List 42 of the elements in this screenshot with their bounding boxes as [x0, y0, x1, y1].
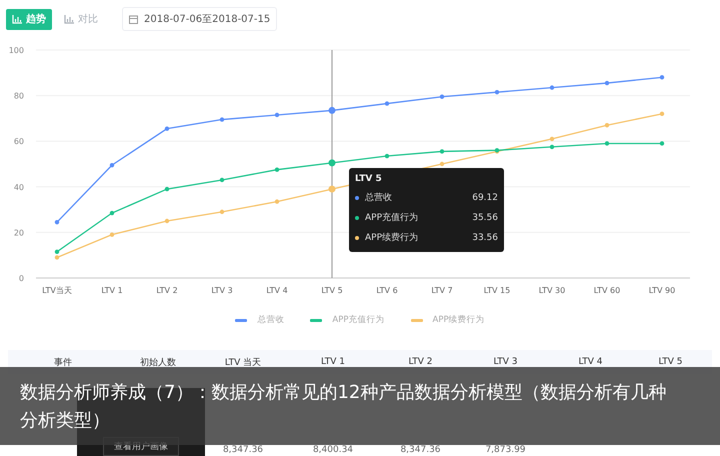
legend-label: 总营收 [257, 314, 284, 326]
y-axis-label: 0 [18, 274, 24, 283]
x-axis-label: LTV 1 [101, 286, 123, 295]
x-axis-label: LTV 30 [538, 286, 566, 295]
x-axis-label: LTV 3 [211, 286, 233, 295]
x-axis-label: LTV 6 [376, 286, 398, 295]
column-header: LTV 4 [577, 357, 604, 367]
table-cell-text: 8,347.36 [399, 445, 442, 455]
column-header: LTV 2 [407, 357, 434, 367]
x-axis-label: LTV当天 [42, 286, 72, 295]
y-axis-label: 100 [8, 46, 24, 55]
y-axis-label: 20 [14, 228, 24, 238]
table-cell-text: 7,873.99 [484, 445, 527, 455]
x-axis-label: LTV 60 [594, 286, 620, 295]
tooltip-value: 69.12 [472, 192, 498, 202]
column-header: 事件 [53, 356, 73, 368]
x-axis-label: LTV 7 [431, 286, 453, 295]
y-axis-label: 60 [14, 137, 24, 146]
tooltip-label: 总营收 [365, 192, 393, 204]
column-header: 初始人数 [139, 356, 177, 368]
date-range-field[interactable]: 2018-07-06至2018-07-15 [122, 7, 278, 31]
tooltip-label: APP续费行为 [365, 232, 420, 244]
tooltip-value: 35.56 [472, 212, 498, 222]
table-cell-text: 8,347.36 [222, 445, 264, 455]
tooltip-value: 33.56 [472, 232, 498, 242]
x-axis-label: LTV 90 [648, 286, 676, 295]
x-axis-label: LTV 2 [156, 286, 178, 295]
y-axis-label: 80 [14, 92, 24, 101]
tooltip-label: APP充值行为 [365, 212, 420, 224]
legend-label: APP续费行为 [432, 314, 485, 326]
column-header: LTV 当天 [224, 356, 262, 368]
table-cell-text: 8,400.34 [312, 445, 354, 455]
x-axis-label: LTV 15 [484, 286, 510, 295]
y-axis-label: 40 [14, 182, 24, 192]
column-header: LTV 3 [492, 357, 519, 367]
x-axis-label: LTV 4 [266, 286, 288, 295]
caption-text: 数据分析师养成（7）：数据分析常见的12种产品数据分析模型（数据分析有几种分析类型） [20, 381, 668, 433]
column-header: LTV 1 [320, 357, 346, 367]
tooltip-title: LTV 5 [355, 174, 383, 184]
legend-label: APP充值行为 [332, 314, 384, 326]
x-axis-label: LTV 5 [321, 286, 343, 295]
column-header: LTV 5 [657, 357, 684, 367]
